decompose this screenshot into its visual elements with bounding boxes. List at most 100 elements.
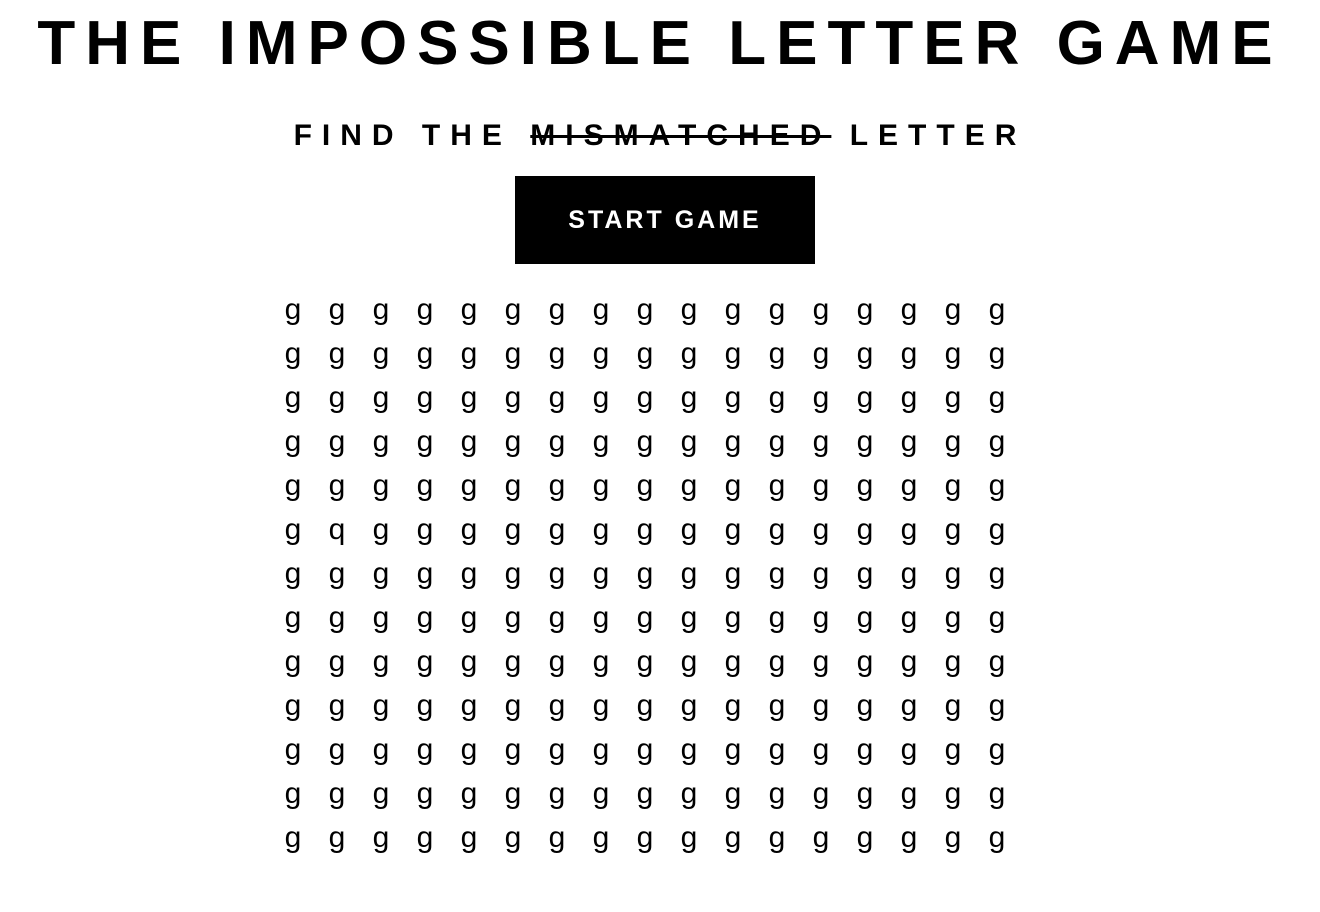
letter-cell[interactable]: g [579, 642, 623, 686]
letter-cell[interactable]: g [535, 554, 579, 598]
letter-cell[interactable]: g [579, 422, 623, 466]
letter-cell[interactable]: g [887, 378, 931, 422]
letter-cell[interactable]: g [579, 334, 623, 378]
letter-cell[interactable]: g [491, 686, 535, 730]
letter-cell[interactable]: g [799, 598, 843, 642]
letter-cell[interactable]: g [579, 774, 623, 818]
letter-cell[interactable]: g [403, 510, 447, 554]
letter-cell[interactable]: g [711, 290, 755, 334]
letter-cell[interactable]: g [887, 334, 931, 378]
letter-cell[interactable]: g [975, 730, 1019, 774]
letter-cell[interactable]: g [315, 466, 359, 510]
letter-cell[interactable]: g [271, 730, 315, 774]
letter-cell[interactable]: g [799, 290, 843, 334]
letter-cell[interactable]: g [359, 598, 403, 642]
letter-cell[interactable]: g [799, 422, 843, 466]
letter-cell[interactable]: g [975, 774, 1019, 818]
letter-cell[interactable]: g [843, 466, 887, 510]
letter-cell[interactable]: g [799, 642, 843, 686]
letter-cell[interactable]: g [271, 422, 315, 466]
letter-cell[interactable]: g [271, 686, 315, 730]
letter-cell[interactable]: g [623, 642, 667, 686]
letter-cell[interactable]: g [931, 378, 975, 422]
letter-cell[interactable]: g [931, 334, 975, 378]
letter-cell[interactable]: g [843, 598, 887, 642]
letter-cell[interactable]: g [755, 730, 799, 774]
letter-cell[interactable]: g [843, 818, 887, 862]
letter-cell[interactable]: g [975, 290, 1019, 334]
letter-cell[interactable]: g [359, 422, 403, 466]
letter-cell[interactable]: g [931, 290, 975, 334]
letter-cell[interactable]: g [271, 642, 315, 686]
letter-cell[interactable]: g [447, 290, 491, 334]
letter-cell[interactable]: g [315, 422, 359, 466]
letter-cell[interactable]: g [931, 422, 975, 466]
letter-cell[interactable]: g [931, 466, 975, 510]
letter-cell[interactable]: g [359, 642, 403, 686]
letter-cell[interactable]: g [843, 642, 887, 686]
letter-cell[interactable]: g [359, 334, 403, 378]
letter-cell[interactable]: g [887, 598, 931, 642]
letter-cell[interactable]: g [359, 774, 403, 818]
letter-cell[interactable]: g [447, 510, 491, 554]
letter-cell[interactable]: g [843, 686, 887, 730]
letter-cell[interactable]: g [623, 334, 667, 378]
letter-cell[interactable]: g [799, 466, 843, 510]
letter-cell[interactable]: g [799, 686, 843, 730]
letter-cell[interactable]: g [755, 598, 799, 642]
letter-cell[interactable]: g [799, 510, 843, 554]
letter-cell[interactable]: g [711, 466, 755, 510]
letter-cell[interactable]: g [711, 642, 755, 686]
letter-cell[interactable]: g [843, 774, 887, 818]
letter-cell[interactable]: g [667, 466, 711, 510]
letter-cell[interactable]: g [403, 642, 447, 686]
letter-cell[interactable]: g [667, 290, 711, 334]
letter-cell[interactable]: g [535, 334, 579, 378]
letter-cell[interactable]: g [975, 378, 1019, 422]
letter-cell[interactable]: g [843, 290, 887, 334]
letter-cell[interactable]: g [447, 378, 491, 422]
letter-cell[interactable]: g [359, 378, 403, 422]
letter-cell[interactable]: g [535, 290, 579, 334]
letter-cell[interactable]: g [843, 730, 887, 774]
letter-cell[interactable]: g [535, 774, 579, 818]
letter-cell[interactable]: g [403, 290, 447, 334]
letter-cell[interactable]: g [755, 818, 799, 862]
letter-cell[interactable]: g [623, 290, 667, 334]
letter-cell[interactable]: g [799, 334, 843, 378]
letter-cell[interactable]: g [491, 466, 535, 510]
letter-cell[interactable]: g [403, 334, 447, 378]
letter-cell[interactable]: g [403, 554, 447, 598]
letter-cell[interactable]: g [887, 686, 931, 730]
letter-cell[interactable]: g [271, 378, 315, 422]
letter-cell[interactable]: g [623, 466, 667, 510]
letter-cell[interactable]: g [799, 554, 843, 598]
letter-cell[interactable]: g [843, 334, 887, 378]
letter-cell[interactable]: g [667, 378, 711, 422]
letter-cell[interactable]: g [447, 334, 491, 378]
letter-cell[interactable]: g [491, 774, 535, 818]
letter-cell[interactable]: g [271, 466, 315, 510]
letter-cell[interactable]: g [711, 334, 755, 378]
letter-cell[interactable]: g [403, 422, 447, 466]
letter-cell[interactable]: g [843, 510, 887, 554]
letter-cell[interactable]: g [887, 510, 931, 554]
letter-cell[interactable]: g [579, 290, 623, 334]
letter-cell[interactable]: g [359, 290, 403, 334]
letter-cell[interactable]: g [711, 598, 755, 642]
letter-cell[interactable]: g [579, 598, 623, 642]
letter-cell[interactable]: g [755, 290, 799, 334]
letter-cell[interactable]: g [579, 554, 623, 598]
letter-cell[interactable]: g [491, 334, 535, 378]
letter-cell[interactable]: g [755, 378, 799, 422]
letter-cell[interactable]: g [403, 730, 447, 774]
letter-cell[interactable]: g [447, 466, 491, 510]
letter-cell[interactable]: g [315, 334, 359, 378]
letter-cell[interactable]: g [579, 818, 623, 862]
letter-cell[interactable]: g [403, 466, 447, 510]
letter-cell[interactable]: g [447, 818, 491, 862]
letter-cell[interactable]: g [711, 510, 755, 554]
letter-cell[interactable]: g [491, 290, 535, 334]
letter-cell[interactable]: g [535, 642, 579, 686]
letter-cell[interactable]: g [447, 422, 491, 466]
